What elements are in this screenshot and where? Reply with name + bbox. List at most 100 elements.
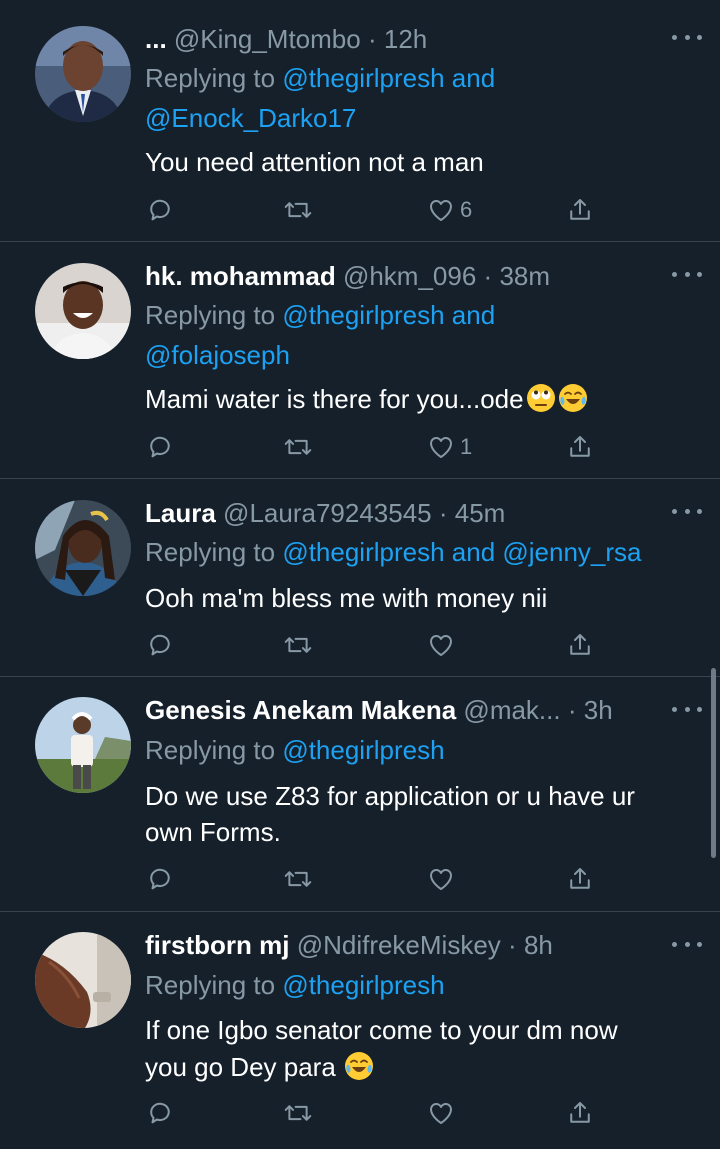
tweet-header: Laura @Laura79243545 · 45m	[145, 494, 640, 532]
mention-link[interactable]: @folajoseph	[145, 340, 290, 370]
more-icon[interactable]	[672, 267, 702, 281]
replying-to: Replying to @thegirlpresh	[145, 965, 700, 1005]
timestamp[interactable]: 38m	[499, 261, 550, 291]
like-button[interactable]	[426, 1095, 456, 1131]
retweet-icon	[284, 202, 312, 218]
share-icon	[570, 1102, 590, 1123]
like-icon	[429, 437, 453, 458]
timestamp[interactable]: 8h	[524, 930, 553, 960]
replying-to-continued: @folajoseph	[145, 335, 700, 375]
replying-to: Replying to @thegirlpresh and	[145, 295, 700, 335]
timestamp[interactable]: 12h	[384, 24, 427, 54]
display-name[interactable]: firstborn mj	[145, 930, 289, 960]
reply-button[interactable]	[145, 192, 175, 228]
tweet-text-content: Ooh ma'm bless me with money nii	[145, 583, 548, 613]
scrollbar[interactable]	[711, 668, 716, 858]
action-bar	[145, 861, 595, 897]
share-button[interactable]	[565, 861, 595, 897]
reply-icon	[150, 436, 170, 458]
avatar[interactable]	[35, 500, 131, 596]
share-icon	[570, 634, 590, 655]
user-handle[interactable]: @hkm_096	[343, 261, 476, 291]
mention-link[interactable]: @thegirlpresh	[282, 970, 444, 1000]
display-name[interactable]: ...	[145, 24, 167, 54]
tweet-text: Do we use Z83 for application or u have …	[145, 778, 690, 814]
action-bar	[145, 627, 595, 663]
more-icon[interactable]	[672, 937, 702, 951]
reply-button[interactable]	[145, 429, 175, 465]
retweet-button[interactable]	[282, 861, 314, 897]
tweet-text-content: Do we use Z83 for application or u have …	[145, 781, 635, 811]
avatar[interactable]	[35, 263, 131, 359]
tweet-text-content: you go Dey para	[145, 1052, 336, 1082]
retweet-button[interactable]	[282, 192, 314, 228]
separator-dot: ·	[508, 930, 517, 960]
more-icon[interactable]	[672, 504, 702, 518]
separator-dot: ·	[483, 261, 493, 291]
separator-dot: ·	[438, 498, 448, 528]
user-handle[interactable]: @mak...	[463, 695, 560, 725]
display-name[interactable]: Genesis Anekam Makena	[145, 695, 456, 725]
reply-icon	[150, 868, 170, 890]
reply-button[interactable]	[145, 1095, 175, 1131]
user-handle[interactable]: @NdifrekeMiskey	[297, 930, 501, 960]
tweet-text: If one Igbo senator come to your dm now	[145, 1012, 690, 1048]
action-bar	[145, 1095, 595, 1131]
like-button[interactable]	[426, 627, 456, 663]
timestamp[interactable]: 45m	[455, 498, 506, 528]
face-with-tears-of-joy-emoji	[344, 1052, 373, 1080]
mention-link[interactable]: @thegirlpresh and	[282, 300, 495, 330]
separator-dot: ·	[567, 695, 577, 725]
replying-to-continued: @Enock_Darko17	[145, 98, 700, 138]
share-button[interactable]	[565, 429, 595, 465]
more-icon[interactable]	[672, 702, 702, 716]
share-icon	[570, 199, 590, 220]
tweet[interactable]: Laura @Laura79243545 · 45m Replying to @…	[0, 479, 720, 677]
retweet-button[interactable]	[282, 1095, 314, 1131]
timestamp[interactable]: 3h	[584, 695, 613, 725]
more-icon[interactable]	[672, 30, 702, 44]
display-name[interactable]: Laura	[145, 498, 216, 528]
like-button[interactable]: 6	[426, 192, 472, 228]
tweet-text-content: Mami water is there for you...ode	[145, 384, 524, 414]
tweet-header: firstborn mj @NdifrekeMiskey · 8h	[145, 926, 640, 964]
action-bar: 1	[145, 429, 595, 465]
share-button[interactable]	[565, 1095, 595, 1131]
action-bar: 6	[145, 192, 595, 228]
retweet-icon	[284, 871, 312, 887]
tweet-text: Mami water is there for you...ode	[145, 381, 690, 417]
replying-to: Replying to @thegirlpresh and @jenny_rsa	[145, 532, 700, 572]
reply-button[interactable]	[145, 627, 175, 663]
like-button[interactable]	[426, 861, 456, 897]
user-handle[interactable]: @Laura79243545	[223, 498, 432, 528]
tweet-text-continued: you go Dey para	[145, 1049, 690, 1085]
tweet[interactable]: ... @King_Mtombo · 12h Replying to @theg…	[0, 0, 720, 242]
retweet-button[interactable]	[282, 429, 314, 465]
share-button[interactable]	[565, 192, 595, 228]
replying-to-label: Replying to	[145, 63, 276, 93]
retweet-button[interactable]	[282, 627, 314, 663]
replying-to: Replying to @thegirlpresh and	[145, 58, 700, 98]
user-handle[interactable]: @King_Mtombo	[174, 24, 361, 54]
mention-link[interactable]: @thegirlpresh and	[282, 63, 495, 93]
avatar[interactable]	[35, 26, 131, 122]
tweet[interactable]: hk. mohammad @hkm_096 · 38m Replying to …	[0, 242, 720, 479]
avatar[interactable]	[35, 932, 131, 1028]
reply-button[interactable]	[145, 861, 175, 897]
reply-icon	[150, 634, 170, 656]
tweet-text-content: own Forms.	[145, 817, 281, 847]
mention-link[interactable]: @thegirlpresh and @jenny_rsa	[282, 537, 641, 567]
like-icon	[429, 200, 453, 221]
display-name[interactable]: hk. mohammad	[145, 261, 336, 291]
retweet-icon	[284, 1105, 312, 1121]
mention-link[interactable]: @Enock_Darko17	[145, 103, 356, 133]
share-icon	[570, 868, 590, 889]
like-button[interactable]: 1	[426, 429, 472, 465]
tweet-header: hk. mohammad @hkm_096 · 38m	[145, 257, 640, 295]
reply-icon	[150, 199, 170, 221]
tweet[interactable]: firstborn mj @NdifrekeMiskey · 8h Replyi…	[0, 912, 720, 1149]
tweet[interactable]: Genesis Anekam Makena @mak... · 3h Reply…	[0, 677, 720, 912]
share-button[interactable]	[565, 627, 595, 663]
avatar[interactable]	[35, 697, 131, 793]
mention-link[interactable]: @thegirlpresh	[282, 735, 444, 765]
